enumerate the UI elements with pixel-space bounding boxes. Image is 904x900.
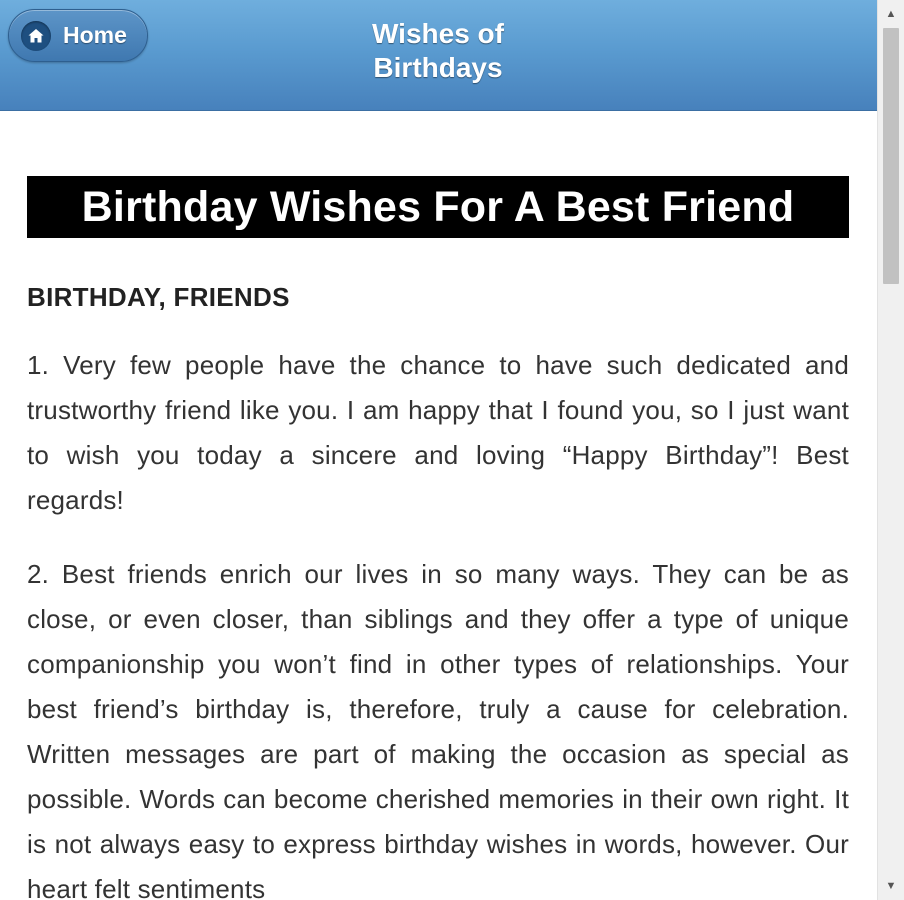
scroll-down-arrow-icon[interactable]: ▼ — [878, 874, 904, 898]
header-bar: Home Wishes of Birthdays — [0, 0, 877, 111]
wish-paragraph: 1. Very few people have the chance to ha… — [27, 350, 849, 515]
scroll-up-arrow-icon[interactable]: ▲ — [878, 2, 904, 26]
home-button[interactable]: Home — [8, 9, 148, 62]
page-title-line2: Birthdays — [373, 52, 503, 83]
home-icon — [21, 20, 51, 51]
article-content: Birthday Wishes For A Best Friend BIRTHD… — [27, 176, 849, 900]
vertical-scrollbar[interactable]: ▲ ▼ — [877, 0, 904, 900]
article-title: Birthday Wishes For A Best Friend — [27, 176, 849, 238]
page-title: Wishes of Birthdays — [330, 17, 546, 85]
wish-paragraph: 2. Best friends enrich our lives in so m… — [27, 559, 849, 900]
scrollbar-thumb[interactable] — [883, 28, 899, 284]
home-button-label: Home — [63, 22, 127, 48]
page-title-line1: Wishes of — [372, 18, 504, 49]
article-category: BIRTHDAY, FRIENDS — [27, 282, 290, 312]
app-window: Home Wishes of Birthdays Birthday Wishes… — [0, 0, 904, 900]
